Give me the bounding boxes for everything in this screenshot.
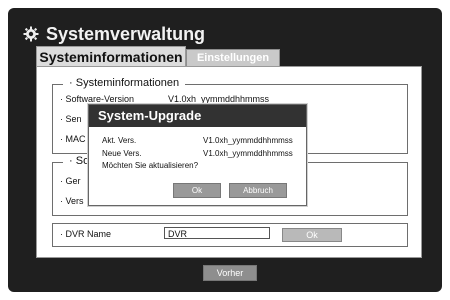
gear-icon [22, 25, 40, 43]
system-upgrade-dialog: System-Upgrade Akt. Vers. V1.0xh_yymmddh… [88, 104, 307, 206]
software-version-label: Software-Version [65, 94, 135, 104]
software-version-value: V1.0xh_yymmddhhmmss [168, 94, 270, 104]
sysinfo-legend: · Systeminformationen [63, 77, 186, 89]
update-question: Möchten Sie aktualisieren? [102, 161, 199, 170]
window-title: Systemverwaltung [46, 23, 206, 44]
dvr-name-input[interactable]: DVR [164, 227, 270, 239]
back-button[interactable]: Vorher [203, 265, 257, 281]
dialog-title: System-Upgrade [89, 105, 306, 127]
window-header: Systemverwaltung [22, 20, 205, 48]
vers-row: · Vers [60, 196, 84, 206]
ger-row: · Ger [60, 176, 81, 186]
new-version-value: V1.0xh_yymmddhhmmss [203, 149, 293, 158]
software-version-row: · Software-Version [60, 94, 135, 104]
sen-row: · Sen [60, 114, 82, 124]
dialog-ok-button[interactable]: Ok [173, 183, 221, 198]
dvr-name-label: · DVR Name [60, 229, 112, 239]
tab-systeminformationen[interactable]: Systeminformationen [36, 46, 186, 67]
dialog-cancel-button[interactable]: Abbruch [229, 183, 287, 198]
dvr-ok-button[interactable]: Ok [282, 228, 342, 242]
current-version-value: V1.0xh_yymmddhhmmss [203, 136, 293, 145]
current-version-label: Akt. Vers. [102, 136, 137, 145]
new-version-label: Neue Vers. [102, 149, 142, 158]
mac-row: · MAC [60, 134, 86, 144]
